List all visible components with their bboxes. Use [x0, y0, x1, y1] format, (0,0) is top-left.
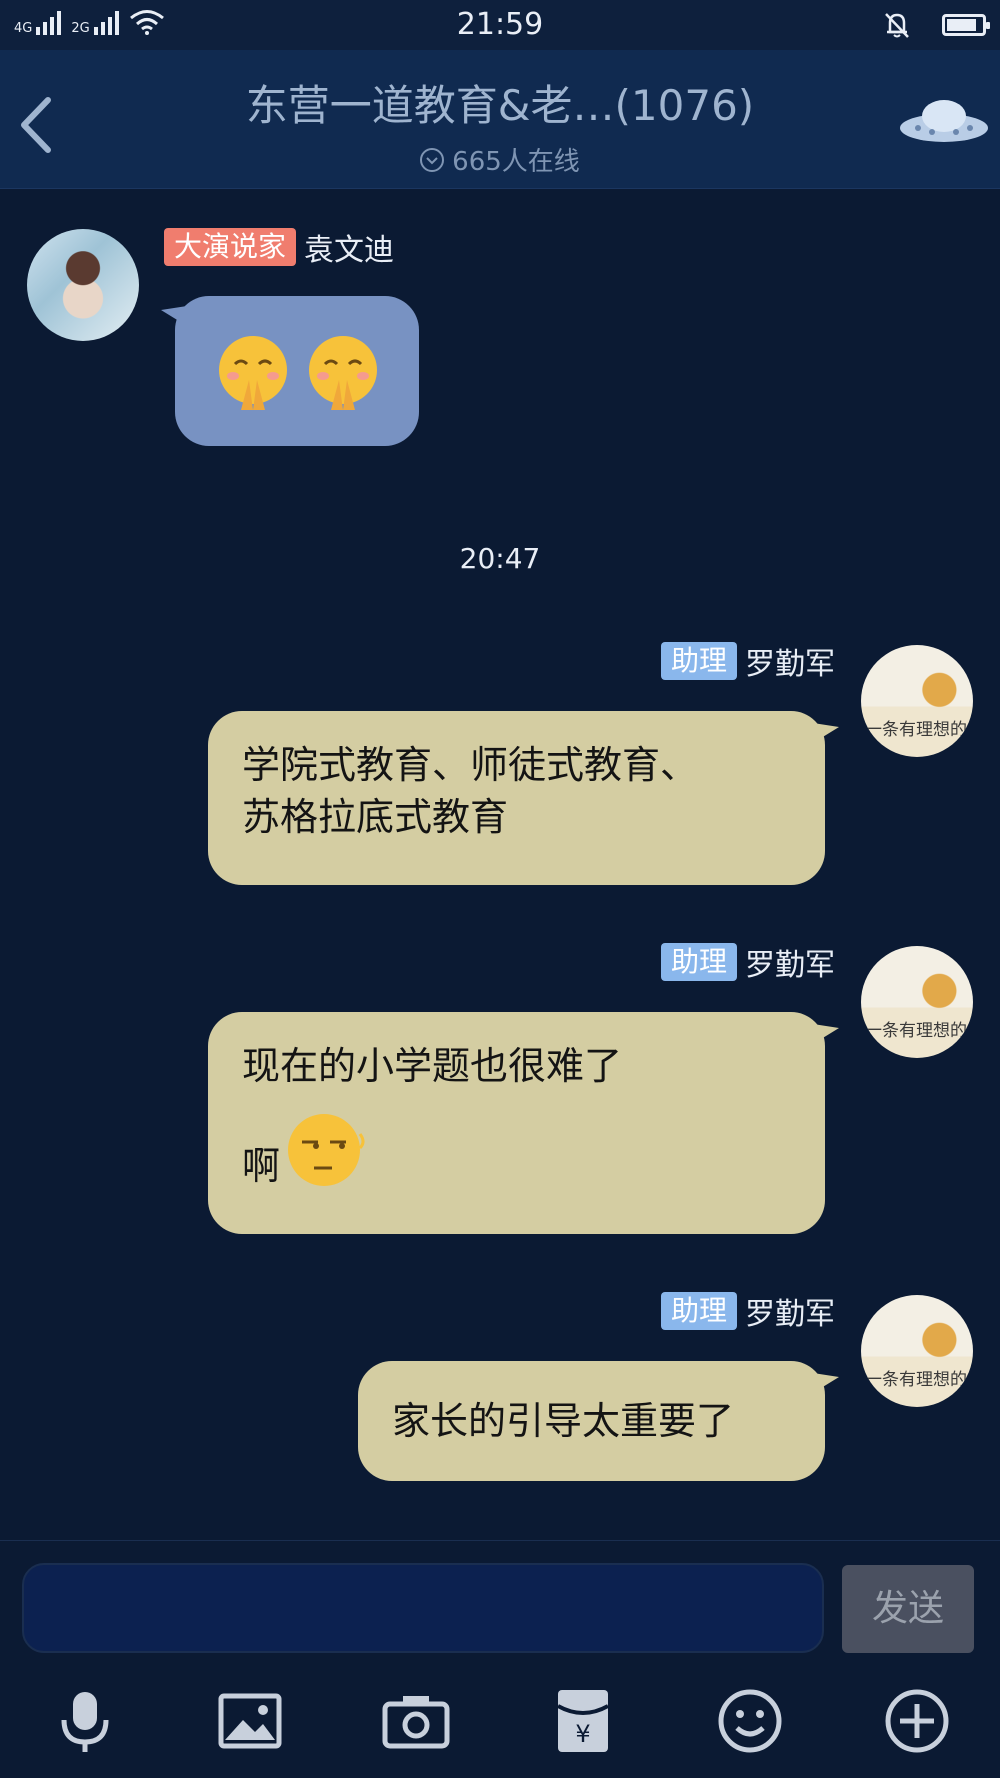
title-badge: 助理 — [660, 943, 737, 981]
avatar-caption: 一条有理想的咸鱼 — [865, 1370, 973, 1390]
chat-header: 东营一道教育&老…(1076) 665人在线 — [0, 50, 1000, 189]
message-bubble[interactable]: 现在的小学题也很难了 啊 — [208, 1012, 839, 1234]
sender-row: 大演说家 袁文迪 — [164, 227, 395, 268]
status-bar: 4G 2G 21:59 — [0, 0, 1000, 50]
camera-icon[interactable] — [381, 1686, 451, 1756]
send-button[interactable]: 发送 — [842, 1565, 974, 1653]
message-list[interactable]: 大演说家 袁文迪 20:47 一条有理想的咸鱼 助理 罗勤军 — [0, 189, 1000, 1539]
message-text: 学院式教育、师徒式教育、 — [242, 743, 699, 787]
sender-name: 袁文迪 — [304, 233, 395, 268]
composer: 发送 — [0, 1540, 1000, 1659]
message-text: 家长的引导太重要了 — [392, 1399, 735, 1443]
message-text: 现在的小学题也很难了 — [242, 1044, 623, 1088]
back-arrow-icon[interactable] — [12, 90, 62, 160]
online-count-label: 665人在线 — [452, 147, 580, 177]
message-bubble[interactable]: 家长的引导太重要了 — [358, 1361, 839, 1481]
title-badge: 助理 — [660, 642, 737, 680]
mute-bell-icon — [885, 13, 909, 38]
avatar-caption: 一条有理想的咸鱼 — [865, 720, 973, 740]
bottom-toolbar: ¥ — [0, 1658, 1000, 1778]
smirk-emoji-icon — [288, 1114, 365, 1186]
message-bubble[interactable] — [161, 296, 419, 446]
group-title[interactable]: 东营一道教育&老…(1076) — [150, 72, 850, 133]
avatar[interactable]: 一条有理想的咸鱼 — [861, 946, 973, 1058]
plus-icon[interactable] — [882, 1686, 952, 1756]
online-count[interactable]: 665人在线 — [150, 141, 850, 178]
title-badge: 助理 — [660, 1292, 737, 1330]
microphone-icon[interactable] — [50, 1686, 120, 1756]
avatar[interactable]: 一条有理想的咸鱼 — [861, 645, 973, 757]
avatar-caption: 一条有理想的咸鱼 — [865, 1021, 973, 1041]
pray-emoji-icon — [309, 336, 377, 410]
red-envelope-icon[interactable]: ¥ — [548, 1686, 618, 1756]
ufo-icon[interactable] — [896, 90, 992, 152]
timestamp: 20:47 — [459, 542, 541, 575]
battery-icon — [942, 14, 990, 36]
sender-name: 罗勤军 — [745, 1297, 835, 1332]
message-input[interactable] — [22, 1563, 824, 1653]
sender-name: 罗勤军 — [745, 948, 835, 983]
message-text: 啊 — [242, 1144, 281, 1188]
emoji-icon[interactable] — [715, 1686, 785, 1756]
chevron-down-circle-icon — [420, 147, 445, 172]
message-text: 苏格拉底式教育 — [242, 795, 509, 839]
title-badge: 大演说家 — [164, 228, 297, 266]
sender-row: 助理 罗勤军 — [660, 1291, 835, 1332]
image-icon[interactable] — [215, 1686, 285, 1756]
avatar[interactable] — [27, 229, 139, 341]
status-time: 21:59 — [456, 7, 544, 42]
pray-emoji-icon — [219, 336, 287, 410]
sender-row: 助理 罗勤军 — [660, 942, 835, 983]
avatar[interactable]: 一条有理想的咸鱼 — [861, 1295, 973, 1407]
sender-row: 助理 罗勤军 — [660, 641, 835, 682]
message-bubble[interactable]: 学院式教育、师徒式教育、 苏格拉底式教育 — [208, 711, 839, 885]
sender-name: 罗勤军 — [745, 647, 835, 682]
svg-text:¥: ¥ — [575, 1720, 590, 1748]
